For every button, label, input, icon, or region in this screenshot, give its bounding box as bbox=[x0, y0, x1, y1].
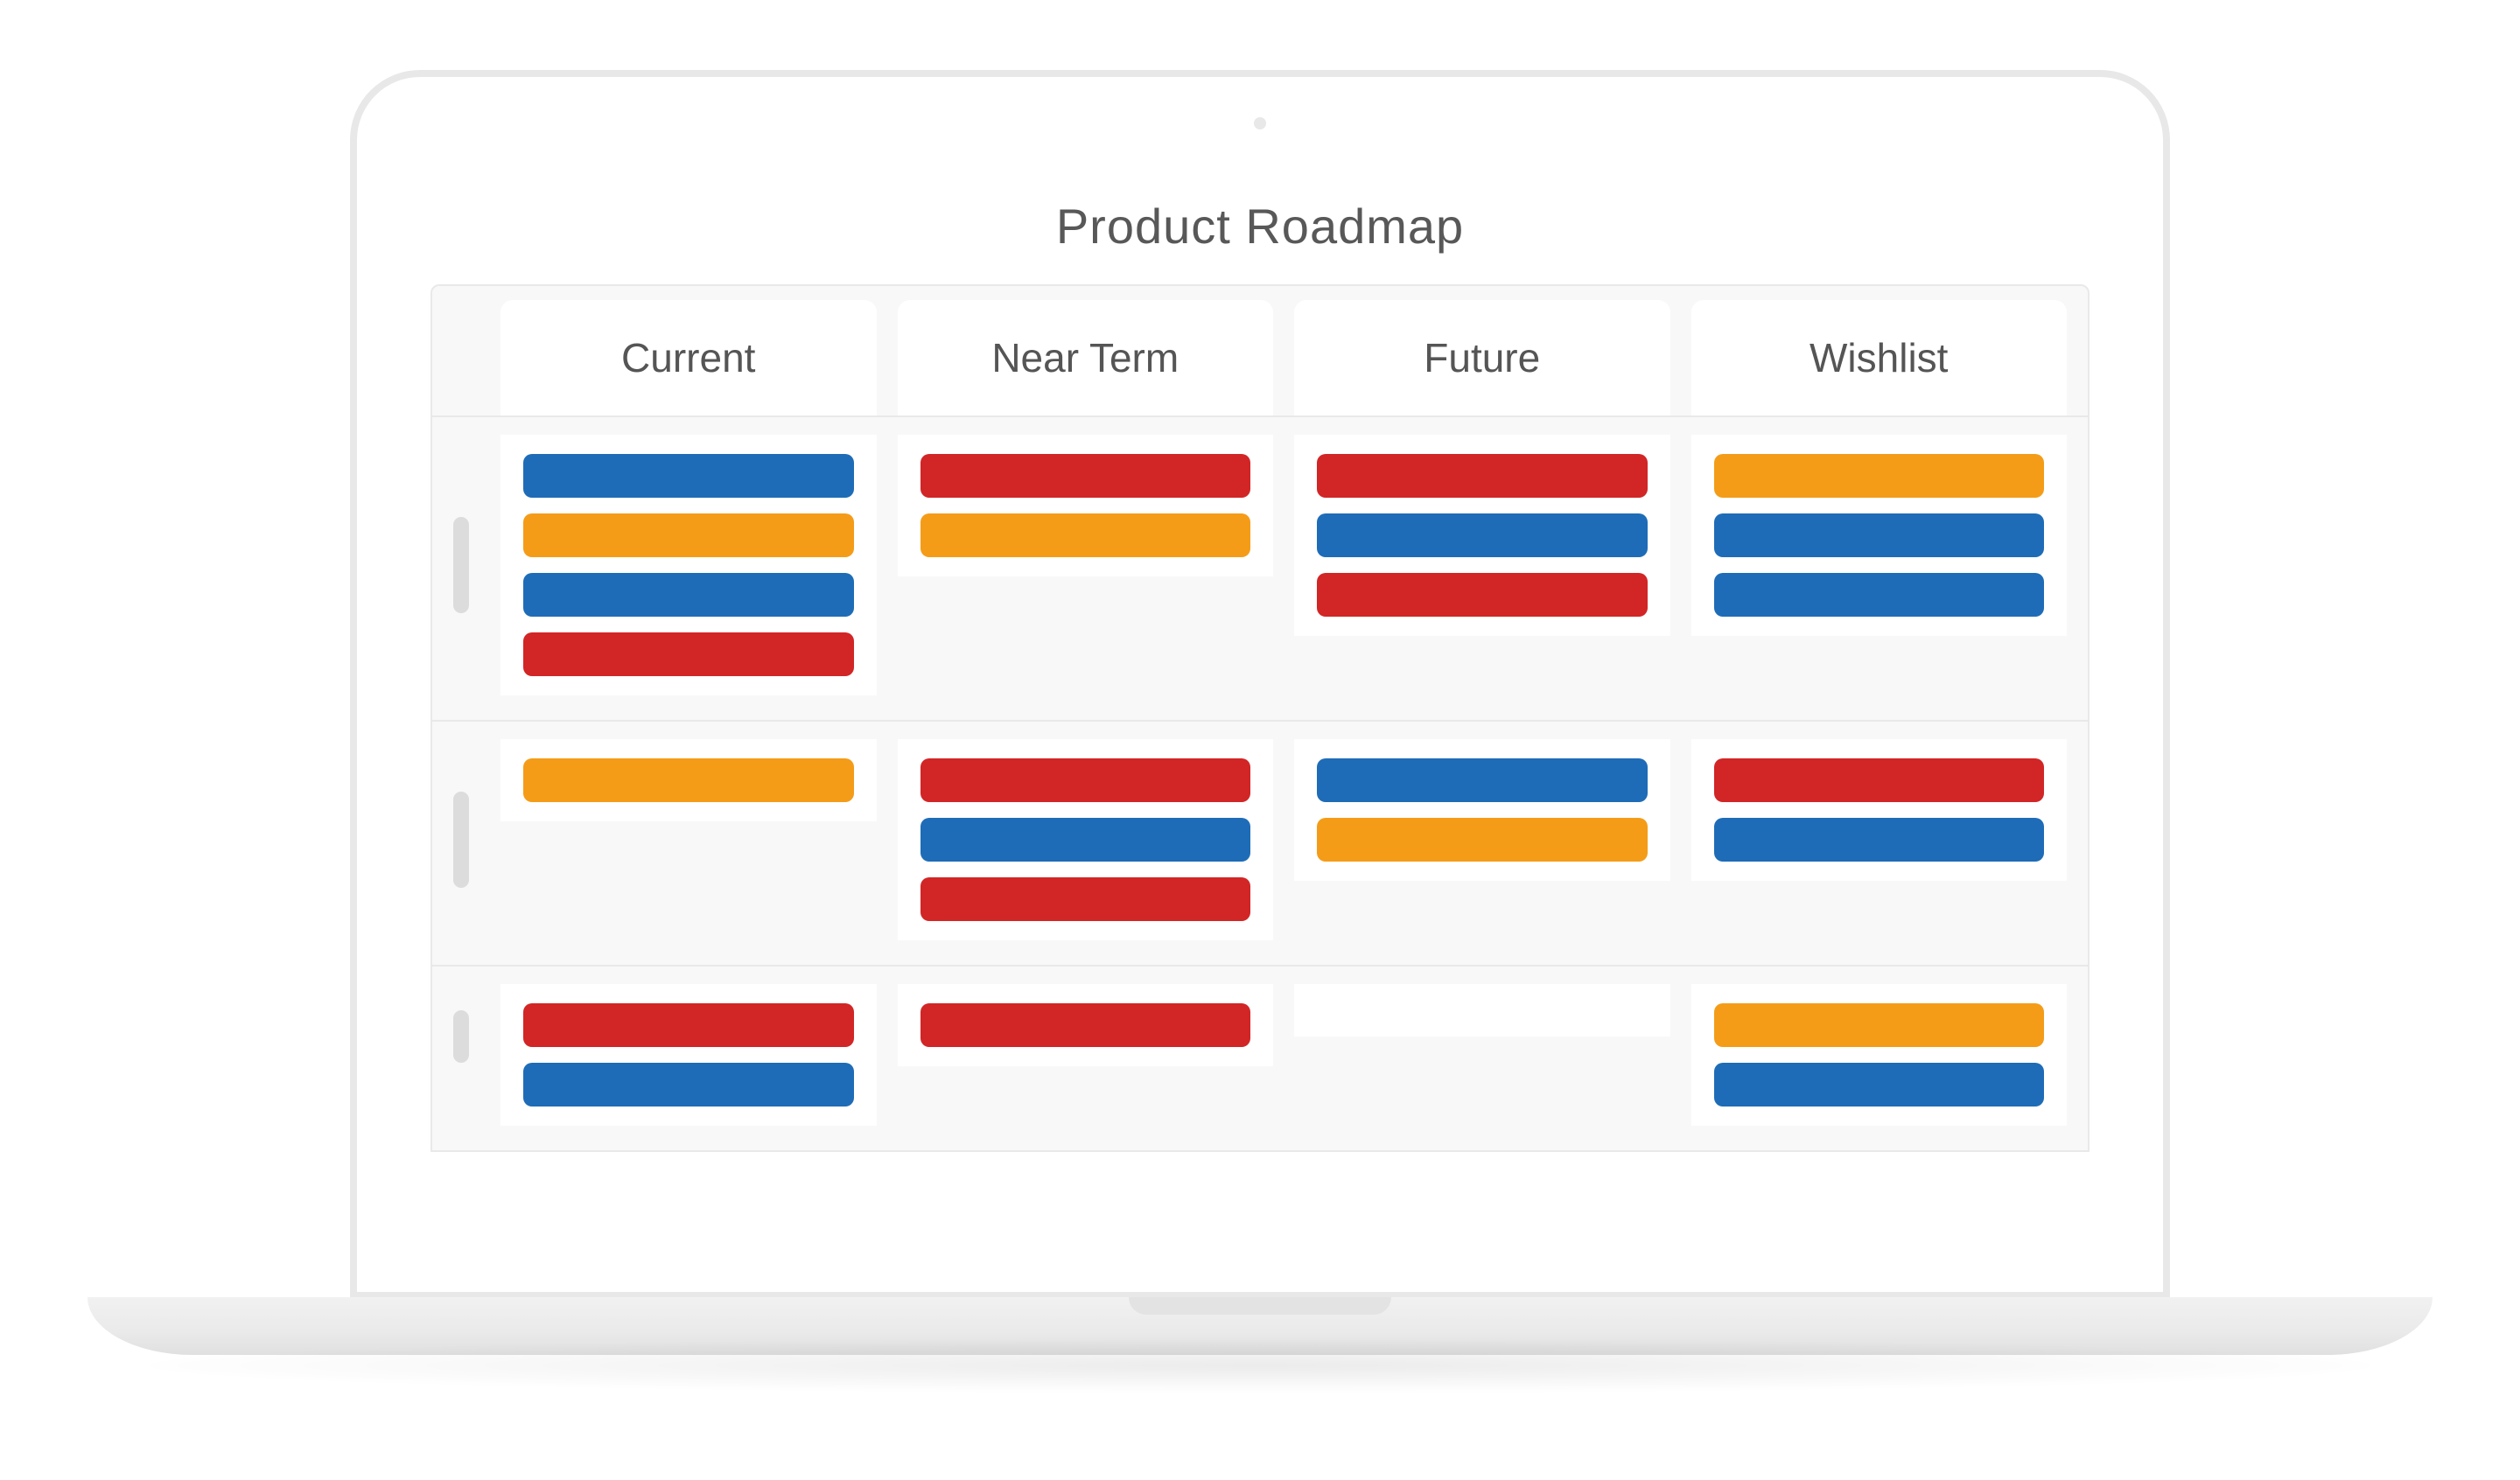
column-header[interactable]: Current bbox=[500, 300, 877, 415]
column-cell[interactable] bbox=[898, 435, 1274, 576]
roadmap-card[interactable] bbox=[1317, 818, 1648, 862]
roadmap-row bbox=[432, 967, 2088, 1150]
trackpad-notch bbox=[1129, 1297, 1391, 1315]
roadmap-card[interactable] bbox=[920, 454, 1251, 498]
roadmap-card[interactable] bbox=[1714, 758, 2045, 802]
roadmap-card[interactable] bbox=[1714, 1003, 2045, 1047]
roadmap-card[interactable] bbox=[1714, 1063, 2045, 1107]
roadmap-card[interactable] bbox=[920, 877, 1251, 921]
roadmap-card[interactable] bbox=[523, 1063, 854, 1107]
row-gutter bbox=[432, 286, 500, 415]
roadmap-card[interactable] bbox=[1714, 454, 2045, 498]
roadmap-card[interactable] bbox=[1714, 818, 2045, 862]
column-cell[interactable] bbox=[1691, 739, 2068, 881]
row-drag-handle[interactable] bbox=[453, 517, 469, 613]
column-cell[interactable] bbox=[898, 984, 1274, 1066]
row-gutter bbox=[432, 984, 500, 1126]
column-header[interactable]: Wishlist bbox=[1691, 300, 2068, 415]
roadmap-card[interactable] bbox=[1317, 513, 1648, 557]
column-cell[interactable] bbox=[1294, 739, 1670, 881]
column-cell[interactable] bbox=[1294, 984, 1670, 1037]
roadmap-card[interactable] bbox=[523, 1003, 854, 1047]
camera-icon bbox=[1254, 117, 1266, 129]
roadmap-card[interactable] bbox=[523, 513, 854, 557]
roadmap-card[interactable] bbox=[1317, 573, 1648, 617]
column-cell[interactable] bbox=[500, 739, 877, 821]
roadmap-card[interactable] bbox=[920, 758, 1251, 802]
column-header[interactable]: Future bbox=[1294, 300, 1670, 415]
laptop-frame: Product Roadmap CurrentNear TermFutureWi… bbox=[350, 70, 2170, 1299]
roadmap-card[interactable] bbox=[920, 1003, 1251, 1047]
row-gutter bbox=[432, 739, 500, 940]
roadmap-card[interactable] bbox=[523, 573, 854, 617]
column-cell[interactable] bbox=[500, 435, 877, 695]
column-cell[interactable] bbox=[1691, 984, 2068, 1126]
laptop-lid: Product Roadmap CurrentNear TermFutureWi… bbox=[350, 70, 2170, 1299]
column-header[interactable]: Near Term bbox=[898, 300, 1274, 415]
roadmap-card[interactable] bbox=[1317, 758, 1648, 802]
column-cell[interactable] bbox=[1691, 435, 2068, 636]
roadmap-card[interactable] bbox=[523, 758, 854, 802]
roadmap-row bbox=[432, 417, 2088, 722]
roadmap-card[interactable] bbox=[1714, 513, 2045, 557]
roadmap-row bbox=[432, 722, 2088, 967]
page-title: Product Roadmap bbox=[418, 164, 2102, 284]
roadmap-card[interactable] bbox=[920, 818, 1251, 862]
laptop-base bbox=[88, 1297, 2432, 1392]
roadmap-board: CurrentNear TermFutureWishlist bbox=[430, 284, 2090, 1152]
column-header-row: CurrentNear TermFutureWishlist bbox=[432, 286, 2088, 417]
column-cell[interactable] bbox=[500, 984, 877, 1126]
laptop-shadow bbox=[149, 1339, 2371, 1392]
row-drag-handle[interactable] bbox=[453, 1010, 469, 1063]
column-cell[interactable] bbox=[1294, 435, 1670, 636]
column-cell[interactable] bbox=[898, 739, 1274, 940]
roadmap-card[interactable] bbox=[920, 513, 1251, 557]
roadmap-card[interactable] bbox=[523, 454, 854, 498]
row-drag-handle[interactable] bbox=[453, 792, 469, 888]
roadmap-card[interactable] bbox=[1714, 573, 2045, 617]
screen: Product Roadmap CurrentNear TermFutureWi… bbox=[418, 164, 2102, 1292]
roadmap-card[interactable] bbox=[1317, 454, 1648, 498]
roadmap-card[interactable] bbox=[523, 632, 854, 676]
row-gutter bbox=[432, 435, 500, 695]
